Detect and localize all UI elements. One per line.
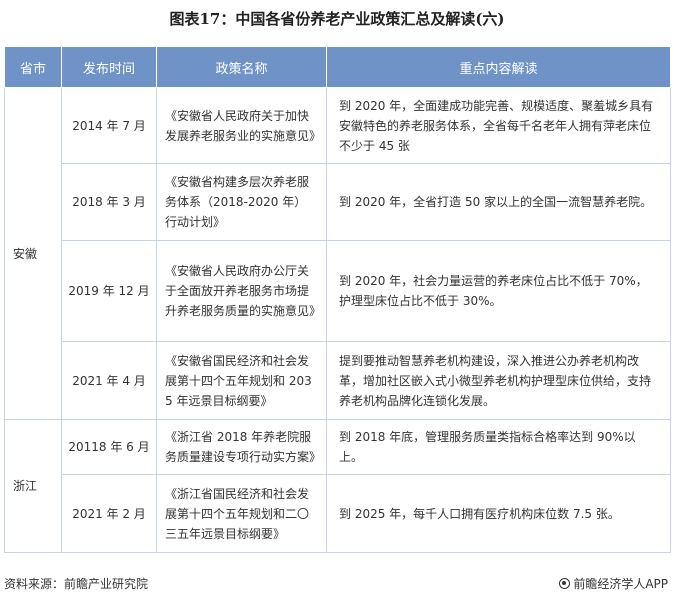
brand-label: 前瞻经济学人APP (573, 577, 668, 591)
header-province: 省市 (4, 46, 62, 88)
policy-name-cell: 《安徽省国民经济和社会发展第十四个五年规划和 2035 年远景目标纲要》 (156, 341, 327, 420)
policy-name-cell: 《安徽省人民政府办公厅关于全面放开养老服务市场提升养老服务质量的实施意见》 (156, 240, 327, 342)
key-content-cell: 到 2018 年底，管理服务质量类指标合格率达到 90%以上。 (326, 419, 671, 475)
table-header-row: 省市 发布时间 政策名称 重点内容解读 (4, 46, 671, 88)
table-row: 2021 年 4 月 《安徽省国民经济和社会发展第十四个五年规划和 2035 年… (5, 341, 671, 420)
header-date: 发布时间 (61, 46, 157, 88)
table-row: 2018 年 3 月 《安徽省构建多层次养老服务体系（2018-2020 年）行… (5, 163, 671, 241)
table-row: 2019 年 12 月 《安徽省人民政府办公厅关于全面放开养老服务市场提升养老服… (5, 240, 671, 342)
table-row: 2021 年 2 月 《浙江省国民经济和社会发展第十四个五年规划和二〇三五年远景… (5, 474, 671, 553)
key-content-cell: 到 2020 年，全省打造 50 家以上的全国一流智慧养老院。 (326, 163, 671, 241)
brand-logo-icon (559, 578, 571, 589)
policy-name-cell: 《浙江省国民经济和社会发展第十四个五年规划和二〇三五年远景目标纲要》 (156, 474, 327, 553)
key-content-cell: 到 2025 年，每千人口拥有医疗机构床位数 7.5 张。 (326, 474, 671, 553)
policy-name-cell: 《安徽省构建多层次养老服务体系（2018-2020 年）行动计划》 (156, 163, 327, 241)
key-content-cell: 提到要推动智慧养老机构建设，深入推进公办养老机构改革，增加社区嵌入式小微型养老机… (326, 341, 671, 420)
date-cell: 20118 年 6 月 (61, 419, 157, 475)
source-note: 资料来源：前瞻产业研究院 (4, 577, 149, 591)
date-cell: 2021 年 2 月 (61, 474, 157, 553)
header-policy-name: 政策名称 (156, 46, 327, 88)
province-cell: 安徽 (4, 87, 62, 420)
date-cell: 2019 年 12 月 (61, 240, 157, 342)
brand-credit: 前瞻经济学人APP (559, 575, 668, 592)
date-cell: 2018 年 3 月 (61, 163, 157, 241)
policy-name-cell: 《浙江省 2018 年养老院服务质量建设专项行动实方案》 (156, 419, 327, 475)
table-row: 浙江 20118 年 6 月 《浙江省 2018 年养老院服务质量建设专项行动实… (4, 419, 671, 553)
date-cell: 2014 年 7 月 (61, 87, 157, 164)
header-key-content: 重点内容解读 (326, 46, 671, 88)
policy-table: 省市 发布时间 政策名称 重点内容解读 安徽 2014 年 7 月 《安徽省人民… (4, 46, 671, 553)
footer: 资料来源：前瞻产业研究院 前瞻经济学人APP (4, 573, 670, 593)
key-content-cell: 到 2020 年，全面建成功能完善、规模适度、聚羞城乡具有安徽特色的养老服务体系… (326, 87, 671, 164)
policy-name-cell: 《安徽省人民政府关于加快发展养老服务业的实施意见》 (156, 87, 327, 164)
table-row: 安徽 2014 年 7 月 《安徽省人民政府关于加快发展养老服务业的实施意见》 … (4, 87, 671, 420)
page-title: 图表17：中国各省份养老产业政策汇总及解读(六) (169, 10, 505, 28)
key-content-cell: 到 2020 年，社会力量运营的养老床位占比不低于 70%，护理型床位占比不低于… (326, 240, 671, 342)
date-cell: 2021 年 4 月 (61, 341, 157, 420)
province-cell: 浙江 (4, 419, 62, 553)
